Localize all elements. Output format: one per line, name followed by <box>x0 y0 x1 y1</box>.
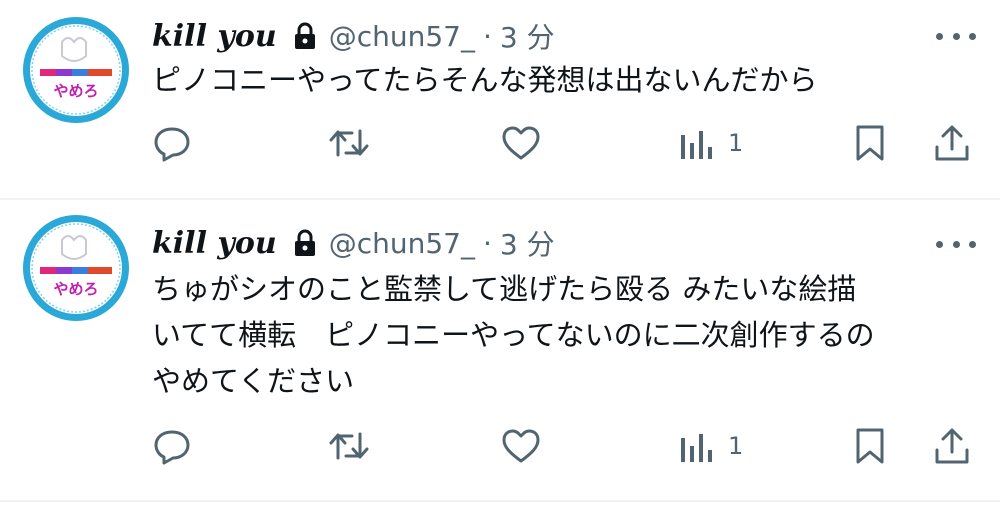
retweet-button[interactable] <box>328 118 370 168</box>
views-button[interactable]: 1 <box>678 421 743 471</box>
bookmark-icon <box>856 125 884 161</box>
share-icon <box>935 428 969 464</box>
reply-button[interactable] <box>152 118 192 168</box>
views-button[interactable]: 1 <box>678 118 743 168</box>
bookmark-button[interactable] <box>852 118 888 168</box>
tweet-text-line: ちゅがシオのこと監禁して逃げたら殴る みたいな絵描 <box>152 272 857 306</box>
retweet-button[interactable] <box>328 421 370 471</box>
tweet-header: kill you @chun57_ · 3 分 <box>152 16 555 56</box>
tweet-header: kill you @chun57_ · 3 分 <box>152 223 555 263</box>
avatar[interactable]: やめろ <box>22 214 130 322</box>
tweet-text: ピノコニーやってたらそんな発想は出ないんだから <box>152 57 982 103</box>
more-icon[interactable] <box>936 234 976 254</box>
divider <box>0 500 1000 502</box>
action-bar: 1 <box>0 118 1000 168</box>
lock-icon <box>293 22 317 50</box>
bookmark-button[interactable] <box>852 421 888 471</box>
action-bar: 1 <box>0 421 1000 471</box>
analytics-icon <box>681 434 712 462</box>
like-button[interactable] <box>500 421 542 471</box>
handle[interactable]: @chun57_ <box>329 227 475 260</box>
display-name[interactable]: kill you <box>152 226 277 261</box>
tweet[interactable]: やめろ kill you @chun57_ · 3 分 ちゅがシオのこと監禁して… <box>0 198 1000 500</box>
share-icon <box>935 125 969 161</box>
reply-icon <box>154 430 190 465</box>
tweet[interactable]: やめろ kill you @chun57_ · 3 分 ピノコニーやってたらそん… <box>0 0 1000 198</box>
tweet-text-line: ピノコニーやってたらそんな発想は出ないんだから <box>152 63 818 97</box>
share-button[interactable] <box>932 421 972 471</box>
heart-icon <box>502 126 540 160</box>
display-name[interactable]: kill you <box>152 19 277 54</box>
view-count: 1 <box>728 432 744 460</box>
avatar-text: やめろ <box>53 280 98 298</box>
more-icon[interactable] <box>936 26 976 46</box>
retweet-icon <box>329 432 369 460</box>
tweet-text: ちゅがシオのこと監禁して逃げたら殴る みたいな絵描 いてて横転 ピノコニーやって… <box>152 266 982 404</box>
share-button[interactable] <box>932 118 972 168</box>
view-count: 1 <box>728 129 744 157</box>
tweet-text-line: いてて横転 ピノコニーやってないのに二次創作するの <box>152 318 875 352</box>
reply-button[interactable] <box>152 421 192 471</box>
bookmark-icon <box>856 428 884 464</box>
timestamp[interactable]: 3 分 <box>500 16 555 56</box>
handle[interactable]: @chun57_ <box>329 20 475 53</box>
lock-icon <box>293 229 317 257</box>
like-button[interactable] <box>500 118 542 168</box>
timestamp[interactable]: 3 分 <box>500 223 555 263</box>
retweet-icon <box>329 129 369 157</box>
reply-icon <box>154 127 190 162</box>
avatar-text: やめろ <box>53 82 98 100</box>
avatar[interactable]: やめろ <box>22 16 130 124</box>
heart-icon <box>502 429 540 463</box>
analytics-icon <box>681 131 712 159</box>
tweet-text-line: やめてください <box>152 364 355 398</box>
separator-dot: · <box>482 19 492 53</box>
separator-dot: · <box>482 226 492 260</box>
